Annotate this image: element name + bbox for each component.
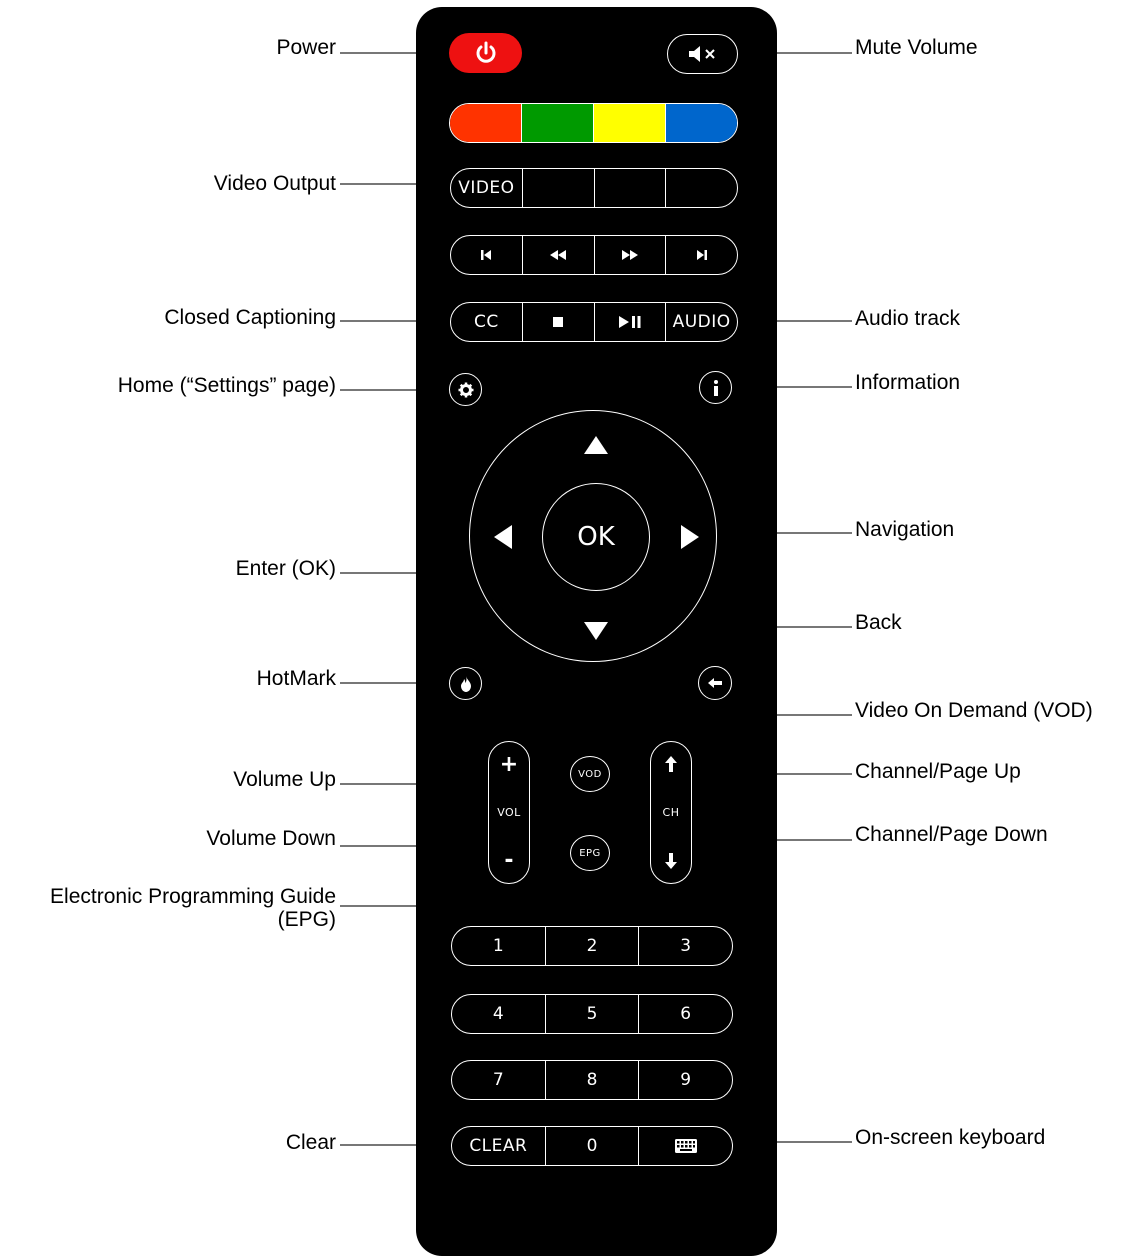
- clear-button[interactable]: CLEAR: [452, 1127, 545, 1165]
- video-row: VIDEO: [450, 168, 738, 208]
- previous-button[interactable]: [451, 236, 522, 274]
- skip-back-icon: [481, 250, 492, 260]
- channel-down-label: Channel/Page Down: [855, 823, 1048, 846]
- red-button[interactable]: [450, 104, 521, 142]
- numpad-row-1: 1 2 3: [451, 926, 733, 966]
- numpad-row-3: 7 8 9: [451, 1060, 733, 1100]
- clear-label: Clear: [285, 1131, 336, 1154]
- vol-label: VOL: [497, 806, 521, 819]
- flame-icon: [460, 675, 471, 692]
- volume-rocker: + VOL -: [488, 741, 530, 884]
- hotmark-label: HotMark: [256, 667, 336, 690]
- info-icon: [713, 379, 718, 396]
- audio-button[interactable]: AUDIO: [665, 303, 737, 341]
- stop-button[interactable]: [521, 303, 594, 341]
- keyboard-icon: [674, 1139, 697, 1153]
- audio-track-label: Audio track: [855, 307, 961, 330]
- digit-4-button[interactable]: 4: [452, 995, 545, 1033]
- video-output-label: Video Output: [213, 172, 336, 195]
- stop-icon: [553, 317, 564, 327]
- volume-up-button[interactable]: +: [500, 752, 518, 777]
- power-icon: [476, 41, 495, 63]
- skip-forward-icon: [696, 250, 707, 260]
- digit-5-button[interactable]: 5: [544, 995, 639, 1033]
- power-label: Power: [276, 36, 336, 59]
- epg-label-line2: (EPG): [277, 908, 336, 931]
- navigation-label: Navigation: [855, 518, 955, 541]
- epg-button[interactable]: EPG: [570, 835, 610, 871]
- numpad-row-4: CLEAR 0: [451, 1126, 733, 1166]
- transport-row: [450, 235, 738, 275]
- digit-1-button[interactable]: 1: [452, 927, 545, 965]
- cc-button[interactable]: CC: [451, 303, 522, 341]
- information-label: Information: [855, 371, 961, 394]
- ch-label: CH: [662, 806, 680, 819]
- digit-6-button[interactable]: 6: [638, 995, 732, 1033]
- digit-7-button[interactable]: 7: [452, 1061, 545, 1099]
- volume-up-label: Volume Up: [233, 768, 336, 791]
- digit-0-button[interactable]: 0: [544, 1127, 639, 1165]
- channel-up-label: Channel/Page Up: [855, 760, 1021, 783]
- rewind-button[interactable]: [521, 236, 594, 274]
- back-button[interactable]: [698, 666, 732, 700]
- enter-label: Enter (OK): [235, 557, 336, 580]
- epg-label-text: EPG: [579, 847, 601, 859]
- info-button[interactable]: [699, 371, 732, 404]
- channel-rocker: CH: [650, 741, 692, 884]
- gear-icon: [458, 382, 473, 397]
- home-settings-button[interactable]: [449, 373, 482, 406]
- ok-label: OK: [577, 522, 615, 552]
- keyboard-label: On-screen keyboard: [855, 1126, 1046, 1149]
- digit-9-button[interactable]: 9: [638, 1061, 732, 1099]
- channel-down-icon[interactable]: [665, 853, 677, 869]
- ok-button[interactable]: OK: [542, 483, 650, 591]
- hotmark-button[interactable]: [449, 667, 482, 700]
- mute-button[interactable]: [667, 34, 738, 74]
- color-buttons: [449, 103, 738, 143]
- digit-8-button[interactable]: 8: [544, 1061, 639, 1099]
- blank-button-3[interactable]: [665, 169, 737, 207]
- green-button[interactable]: [521, 104, 593, 142]
- keyboard-button[interactable]: [638, 1127, 732, 1165]
- fast-forward-button[interactable]: [593, 236, 666, 274]
- up-arrow-icon[interactable]: [583, 435, 609, 455]
- yellow-button[interactable]: [593, 104, 665, 142]
- volume-down-button[interactable]: -: [504, 848, 513, 873]
- vod-button[interactable]: VOD: [570, 756, 610, 792]
- blue-button[interactable]: [665, 104, 737, 142]
- down-arrow-icon[interactable]: [583, 621, 609, 641]
- right-arrow-icon[interactable]: [680, 524, 700, 550]
- vod-label-text: VOD: [578, 768, 602, 780]
- play-pause-button[interactable]: [593, 303, 666, 341]
- blank-button-2[interactable]: [593, 169, 666, 207]
- back-label: Back: [855, 611, 902, 634]
- left-arrow-icon[interactable]: [493, 524, 513, 550]
- video-button[interactable]: VIDEO: [451, 169, 522, 207]
- epg-label-line1: Electronic Programming Guide: [50, 885, 336, 908]
- digit-3-button[interactable]: 3: [638, 927, 732, 965]
- power-button[interactable]: [449, 33, 522, 73]
- play-pause-icon: [618, 316, 641, 328]
- blank-button-1[interactable]: [521, 169, 594, 207]
- mute-icon: [688, 46, 715, 62]
- fast-forward-icon: [621, 250, 638, 260]
- numpad-row-2: 4 5 6: [451, 994, 733, 1034]
- vod-label: Video On Demand (VOD): [855, 699, 1093, 722]
- volume-down-label: Volume Down: [206, 827, 336, 850]
- channel-up-icon[interactable]: [665, 756, 677, 772]
- rewind-icon: [550, 250, 567, 260]
- closed-captioning-label: Closed Captioning: [164, 306, 336, 329]
- back-arrow-icon: [708, 678, 722, 688]
- next-button[interactable]: [665, 236, 737, 274]
- cc-row: CC AUDIO: [450, 302, 738, 342]
- home-label: Home (“Settings” page): [117, 374, 336, 397]
- digit-2-button[interactable]: 2: [544, 927, 639, 965]
- mute-label: Mute Volume: [855, 36, 978, 59]
